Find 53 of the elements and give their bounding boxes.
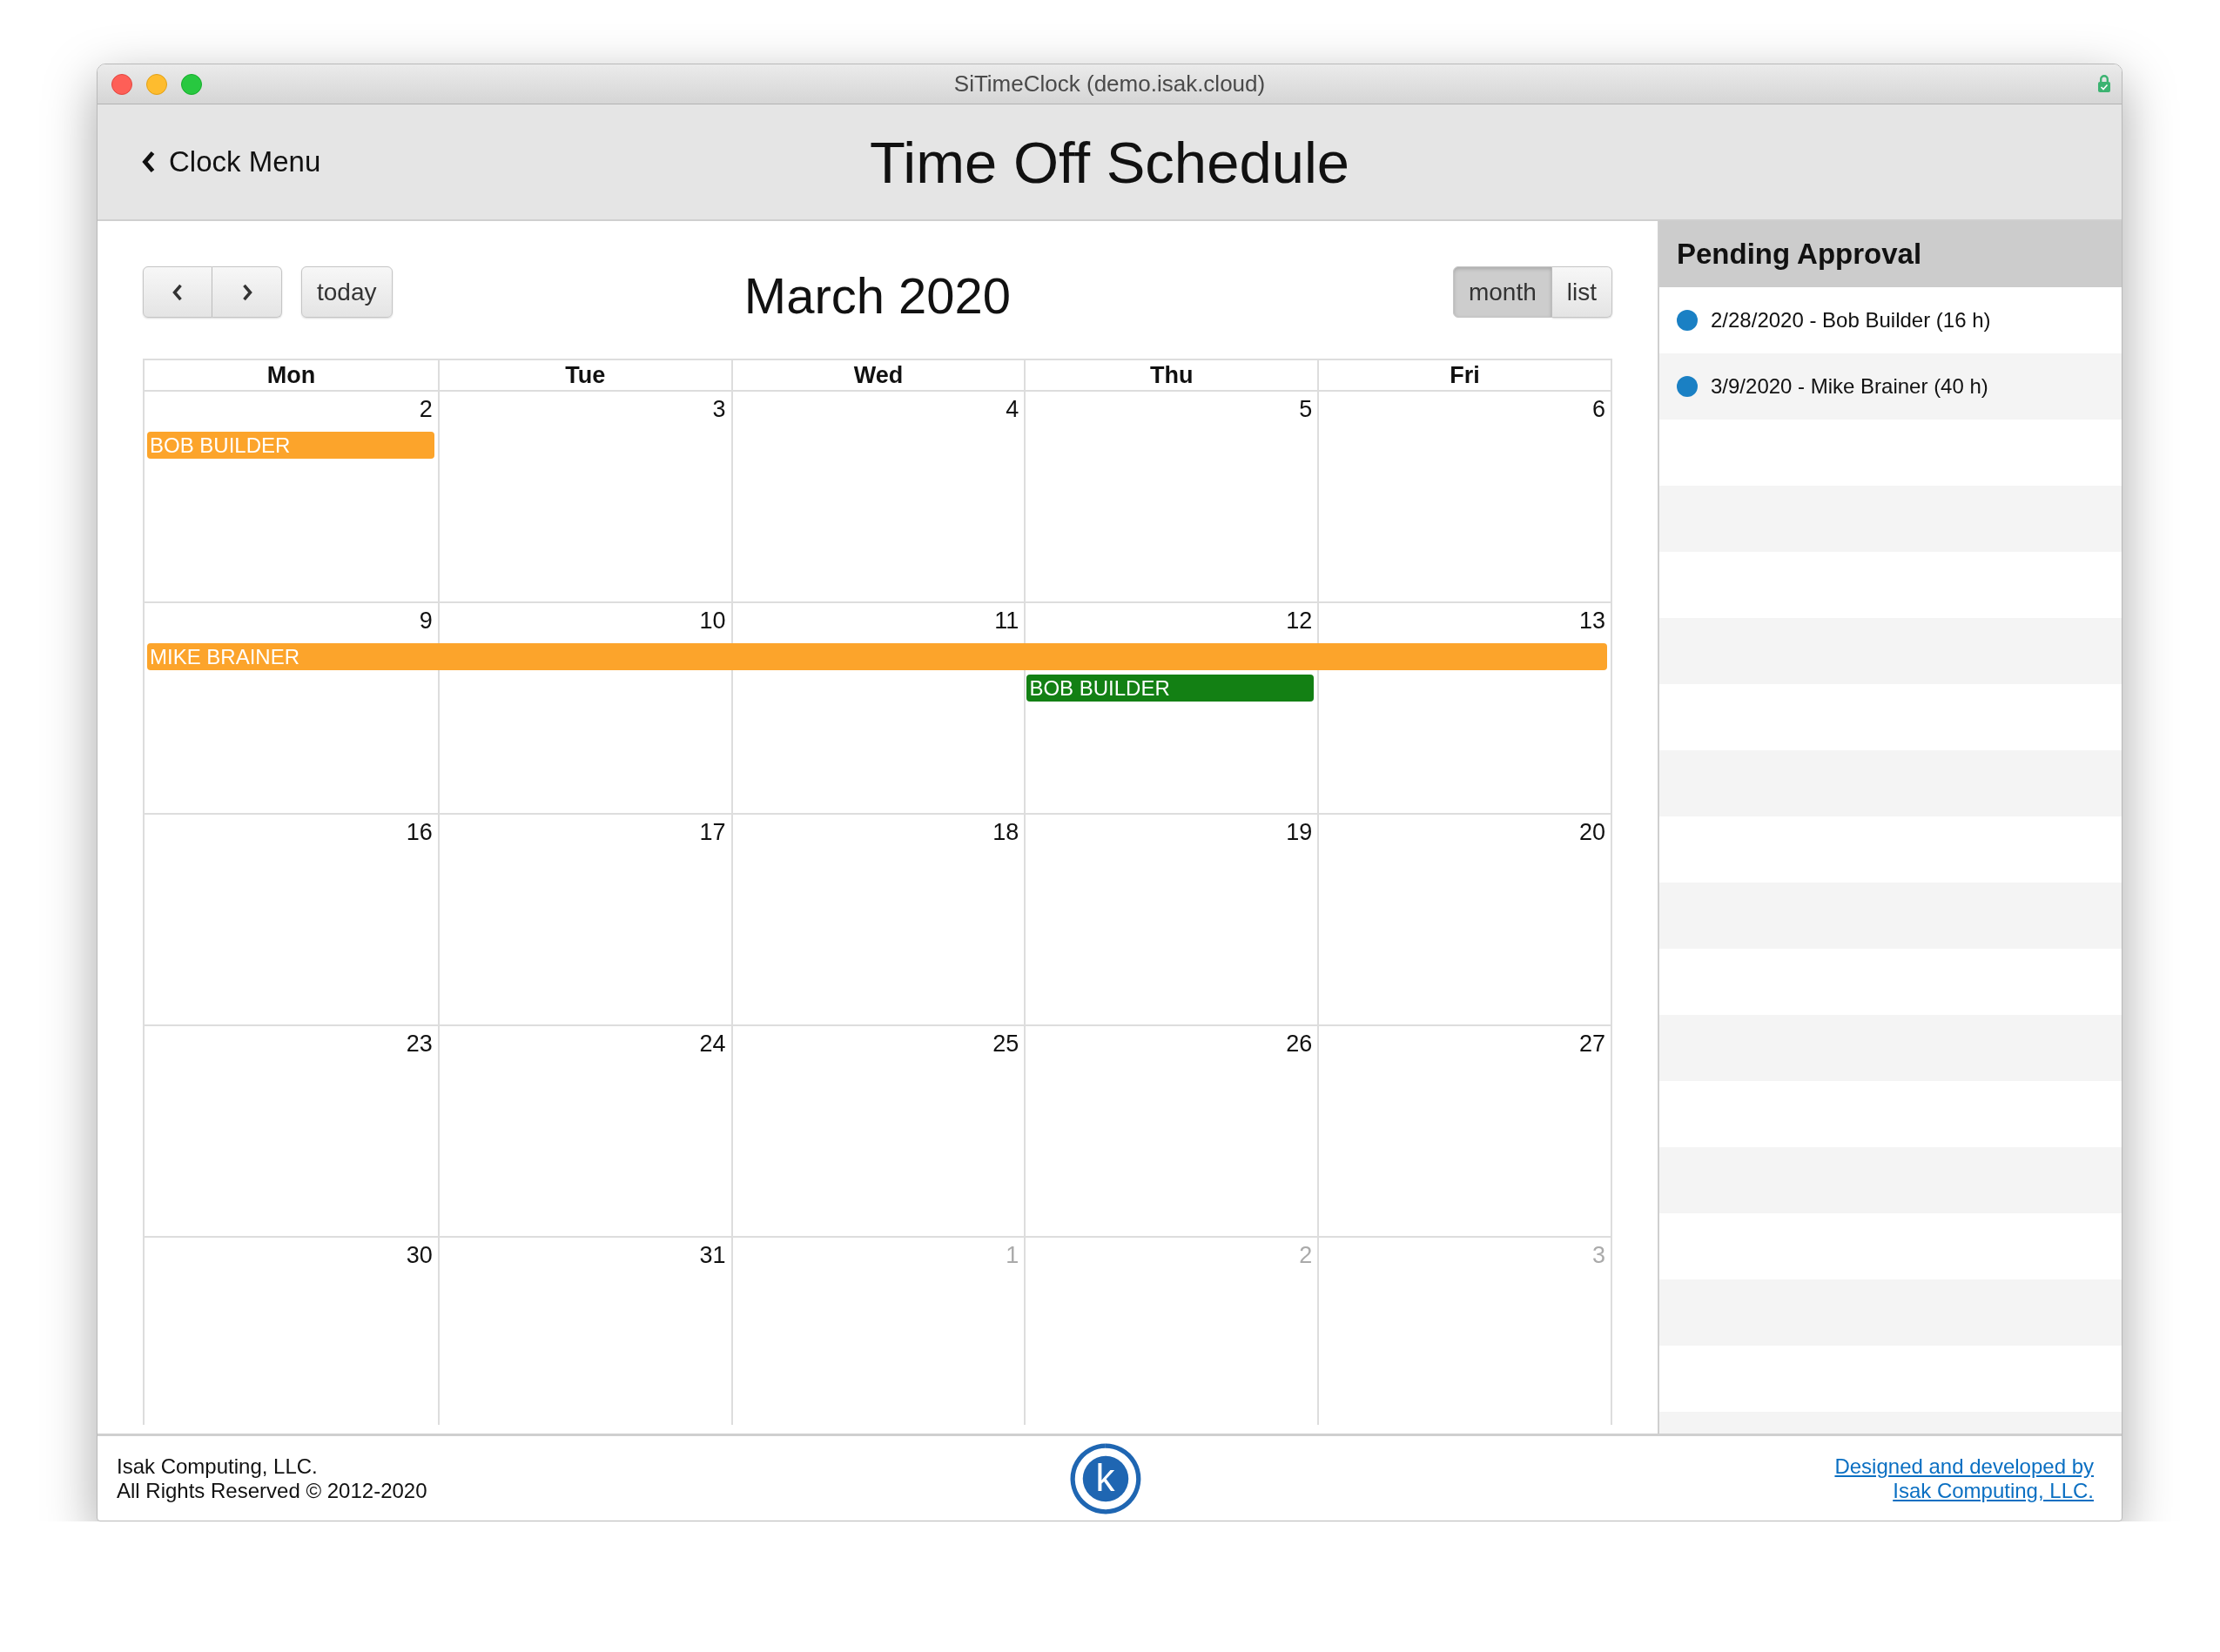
day-number: 3	[1591, 1241, 1606, 1269]
weekday-header: Thu	[1024, 360, 1318, 390]
day-number: 19	[1286, 818, 1314, 846]
window-title: SiTimeClock (demo.isak.cloud)	[953, 71, 1266, 97]
day-number: 16	[406, 818, 434, 846]
event-bar[interactable]: BOB BUILDER	[1026, 675, 1315, 702]
day-number: 30	[406, 1241, 434, 1269]
day-number: 31	[699, 1241, 727, 1269]
view-tab[interactable]: list	[1551, 266, 1612, 318]
day-number: 12	[1286, 607, 1314, 635]
day-number: 17	[699, 818, 727, 846]
today-button[interactable]: today	[301, 266, 393, 318]
status-dot	[1677, 376, 1698, 397]
weekday-header: Wed	[730, 360, 1025, 390]
day-number: 24	[699, 1030, 727, 1058]
calendar-title: March 2020	[743, 266, 1012, 325]
day-number: 11	[994, 607, 1020, 635]
day-number: 5	[1299, 395, 1314, 423]
weekday-header: Fri	[1317, 360, 1611, 390]
company-name: Isak Computing, LLC.	[117, 1454, 319, 1479]
lock-icon	[2097, 74, 2111, 93]
pending-item[interactable]: 3/9/2020 - Mike Brainer (40 h)	[1659, 353, 2122, 420]
weekday-header: Mon	[266, 361, 317, 390]
day-number: 23	[406, 1030, 434, 1058]
view-tab[interactable]: month	[1452, 266, 1552, 318]
panel-title: Pending Approval	[1677, 238, 1922, 271]
day-number: 26	[1286, 1030, 1314, 1058]
day-number: 6	[1591, 395, 1606, 423]
credit-link[interactable]: Designed and developed by Isak Computing, LLC.	[1834, 1454, 2094, 1503]
day-number: 13	[1578, 607, 1606, 635]
day-number: 25	[992, 1030, 1020, 1058]
day-number: 3	[712, 395, 727, 423]
day-number: 1	[1006, 1241, 1020, 1269]
day-number: 27	[1578, 1030, 1606, 1058]
copyright-text: All Rights Reserved © 2012-2020	[117, 1478, 428, 1503]
chevron-left-icon	[141, 149, 157, 175]
back-link[interactable]: Clock Menu	[141, 145, 321, 178]
page-title: Time Off Schedule	[869, 128, 1350, 196]
minimize-button[interactable]	[146, 73, 167, 95]
weekday-header: Tue	[437, 360, 731, 390]
day-number: 9	[419, 607, 434, 635]
pending-item[interactable]: 2/28/2020 - Bob Builder (16 h)	[1659, 287, 2122, 353]
day-number: 2	[419, 395, 434, 423]
day-number: 18	[992, 818, 1020, 846]
day-number: 10	[699, 607, 727, 635]
next-button[interactable]	[212, 266, 282, 318]
zoom-button[interactable]	[181, 73, 202, 95]
status-dot	[1677, 310, 1698, 331]
close-button[interactable]	[111, 73, 132, 95]
day-number: 2	[1299, 1241, 1314, 1269]
day-number: 20	[1578, 818, 1606, 846]
previous-button[interactable]	[143, 266, 212, 318]
day-number: 4	[1006, 395, 1020, 423]
